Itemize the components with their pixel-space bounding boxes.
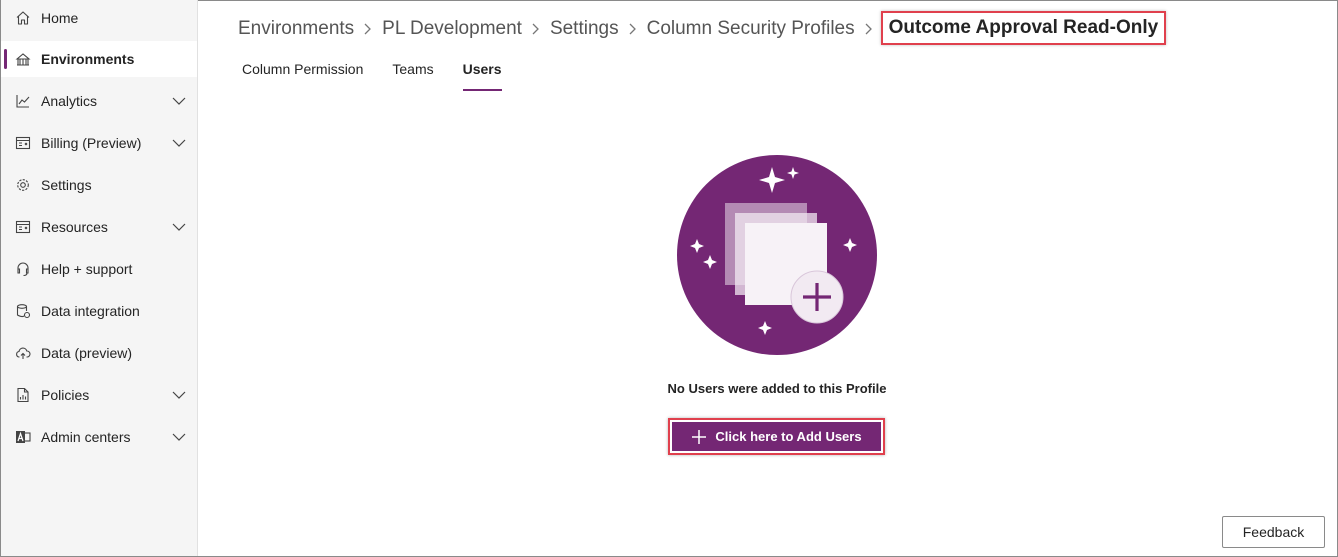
sidebar-item-label: Admin centers [41, 429, 131, 445]
add-users-button[interactable]: Click here to Add Users [672, 422, 881, 451]
add-users-label: Click here to Add Users [715, 429, 862, 444]
chevron-right-icon [619, 22, 647, 36]
tab-column-permission[interactable]: Column Permission [242, 60, 363, 91]
breadcrumb-current-page: Outcome Approval Read-Only [880, 11, 1167, 45]
breadcrumb-pl-development[interactable]: PL Development [382, 18, 522, 40]
billing-icon [14, 134, 32, 152]
sidebar-item-label: Settings [41, 177, 92, 193]
feedback-button[interactable]: Feedback [1222, 516, 1325, 548]
gear-icon [14, 176, 32, 194]
sidebar-item-label: Data integration [41, 303, 140, 319]
sidebar-item-data-preview[interactable]: Data (preview) [1, 335, 197, 371]
sidebar-item-label: Environments [41, 51, 135, 67]
app-frame [0, 0, 1338, 557]
breadcrumb: Environments PL Development Settings Col… [238, 11, 1167, 45]
admin-icon [14, 428, 32, 446]
sidebar-item-data-integration[interactable]: Data integration [1, 293, 197, 329]
chevron-right-icon [522, 22, 550, 36]
chevron-down-icon[interactable] [171, 220, 187, 234]
sidebar-item-resources[interactable]: Resources [1, 209, 197, 245]
sidebar-item-billing[interactable]: Billing (Preview) [1, 125, 197, 161]
sidebar-item-policies[interactable]: Policies [1, 377, 197, 413]
empty-state-illustration [677, 155, 877, 355]
sidebar-item-home[interactable]: Home [1, 0, 197, 36]
sidebar-item-label: Billing (Preview) [41, 135, 142, 151]
sidebar-item-admin-centers[interactable]: Admin centers [1, 419, 197, 455]
sidebar-item-label: Resources [41, 219, 108, 235]
tab-users[interactable]: Users [462, 60, 502, 91]
sidebar-item-label: Data (preview) [41, 345, 133, 361]
chevron-down-icon[interactable] [171, 388, 187, 402]
sidebar-item-help-support[interactable]: Help + support [1, 251, 197, 287]
tab-teams[interactable]: Teams [392, 60, 433, 91]
database-icon [14, 302, 32, 320]
selection-indicator [4, 49, 7, 69]
cloud-icon [14, 344, 32, 362]
chevron-right-icon [354, 22, 382, 36]
chevron-down-icon[interactable] [171, 136, 187, 150]
sidebar-item-label: Help + support [41, 261, 133, 277]
chevron-down-icon[interactable] [171, 430, 187, 444]
sidebar-item-settings[interactable]: Settings [1, 167, 197, 203]
sidebar-item-label: Home [41, 10, 79, 26]
plus-icon [691, 429, 707, 445]
breadcrumb-settings[interactable]: Settings [550, 18, 619, 40]
sidebar-item-label: Analytics [41, 93, 98, 109]
sidebar-item-environments[interactable]: Environments [1, 41, 197, 77]
policy-icon [14, 386, 32, 404]
chevron-right-icon [855, 22, 883, 36]
add-users-highlight: Click here to Add Users [668, 418, 885, 455]
empty-state-message: No Users were added to this Profile [667, 381, 887, 396]
sidebar: Home Environments Analytics Billing (Pre… [1, 0, 198, 556]
globe-icon [14, 50, 32, 68]
resources-icon [14, 218, 32, 236]
chart-icon [14, 92, 32, 110]
breadcrumb-environments[interactable]: Environments [238, 18, 354, 40]
sidebar-item-analytics[interactable]: Analytics [1, 83, 197, 119]
sidebar-item-label: Policies [41, 387, 90, 403]
headset-icon [14, 260, 32, 278]
home-icon [14, 9, 32, 27]
chevron-down-icon[interactable] [171, 94, 187, 108]
breadcrumb-column-security-profiles[interactable]: Column Security Profiles [647, 18, 855, 40]
tab-bar: Column Permission Teams Users [242, 60, 531, 92]
